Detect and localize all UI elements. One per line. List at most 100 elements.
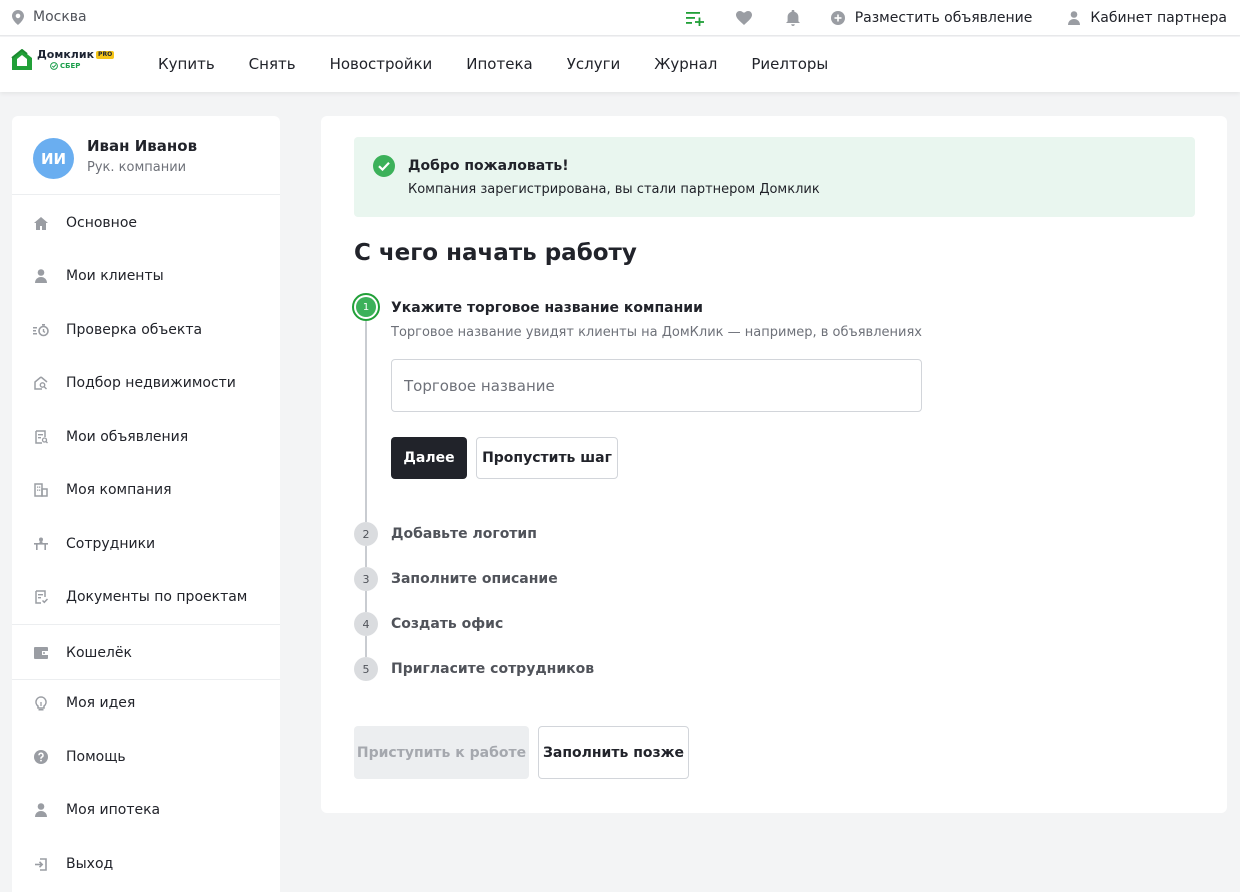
location-pin-icon [12, 9, 24, 25]
step-3-label[interactable]: Заполните описание [391, 571, 558, 587]
sidebar-item-help[interactable]: Помощь [12, 737, 280, 777]
step-1-hint: Торговое название увидят клиенты на ДомК… [391, 325, 922, 340]
step-2-indicator: 2 [354, 522, 378, 546]
fill-later-button[interactable]: Заполнить позже [538, 726, 689, 779]
alert-text: Компания зарегистрирована, вы стали парт… [408, 182, 820, 197]
sidebar-item-label: Помощь [66, 749, 126, 765]
sidebar: ИИ Иван Иванов Рук. компании Основное Мо… [12, 116, 280, 892]
sidebar-item-label: Основное [66, 215, 138, 231]
heart-icon[interactable] [733, 7, 755, 29]
sidebar-item-label: Документы по проектам [66, 589, 248, 605]
home-icon [32, 214, 50, 232]
sidebar-item-label: Проверка объекта [66, 322, 203, 338]
sidebar-item-my-idea[interactable]: Моя идея [12, 683, 280, 723]
sidebar-item-my-company[interactable]: Моя компания [12, 470, 280, 510]
sidebar-item-label: Мои клиенты [66, 268, 164, 284]
post-ad-link[interactable]: Разместить объявление [830, 10, 1033, 26]
sber-check-icon [50, 62, 58, 70]
house-logo-icon [11, 49, 32, 70]
sidebar-divider [12, 624, 280, 625]
page-title: С чего начать работу [354, 240, 637, 266]
sidebar-item-label: Выход [66, 856, 114, 872]
step-5-label[interactable]: Пригласите сотрудников [391, 661, 594, 677]
user-icon [1068, 11, 1081, 25]
step-number: 1 [356, 297, 376, 317]
nav-item-rent[interactable]: Снять [249, 55, 296, 73]
add-list-icon[interactable] [684, 7, 706, 29]
nav-item-journal[interactable]: Журнал [654, 55, 717, 73]
avatar: ИИ [33, 138, 74, 179]
sidebar-item-main[interactable]: Основное [12, 203, 280, 243]
sidebar-item-property-search[interactable]: Подбор недвижимости [12, 363, 280, 403]
city-selector[interactable]: Москва [12, 9, 87, 25]
nav-item-realtors[interactable]: Риелторы [751, 55, 828, 73]
help-icon [32, 748, 50, 766]
sidebar-item-my-mortgage[interactable]: Моя ипотека [12, 790, 280, 830]
sidebar-item-staff[interactable]: Сотрудники [12, 524, 280, 564]
sidebar-item-wallet[interactable]: Кошелёк [12, 633, 280, 673]
sidebar-item-my-listings[interactable]: Мои объявления [12, 417, 280, 457]
step-2-label[interactable]: Добавьте логотип [391, 526, 537, 542]
logout-icon [32, 855, 50, 873]
step-3-indicator: 3 [354, 567, 378, 591]
profile-card[interactable]: ИИ Иван Иванов Рук. компании [12, 116, 280, 195]
sidebar-item-clients[interactable]: Мои клиенты [12, 256, 280, 296]
sidebar-item-label: Подбор недвижимости [66, 375, 236, 391]
nav-item-mortgage[interactable]: Ипотека [466, 55, 532, 73]
sidebar-item-logout[interactable]: Выход [12, 844, 280, 884]
success-check-icon [373, 155, 395, 177]
step-connector [365, 546, 367, 567]
partner-cabinet-label: Кабинет партнера [1090, 10, 1227, 26]
sidebar-item-object-check[interactable]: Проверка объекта [12, 310, 280, 350]
onboarding-panel: Добро пожаловать! Компания зарегистриров… [321, 116, 1227, 813]
profile-role: Рук. компании [87, 160, 187, 175]
logo-name: Домклик [37, 48, 95, 61]
alert-title: Добро пожаловать! [408, 158, 569, 174]
logo-pro-badge: PRO [96, 50, 115, 59]
house-search-icon [32, 374, 50, 392]
sidebar-item-label: Кошелёк [66, 645, 132, 661]
logo-sber: СБЕР [60, 61, 81, 70]
building-icon [32, 481, 50, 499]
sidebar-item-project-docs[interactable]: Документы по проектам [12, 577, 280, 617]
domclick-logo[interactable]: Домклик PRO СБЕР [11, 48, 115, 71]
nav-item-new-buildings[interactable]: Новостройки [330, 55, 433, 73]
city-label: Москва [33, 9, 87, 25]
step-connector [365, 591, 367, 612]
sidebar-item-label: Сотрудники [66, 536, 156, 552]
nav-item-buy[interactable]: Купить [158, 55, 215, 73]
wallet-icon [32, 644, 50, 662]
step-connector [365, 636, 367, 657]
check-object-icon [32, 321, 50, 339]
plus-circle-icon [830, 11, 845, 25]
nav-menu: Купить Снять Новостройки Ипотека Услуги … [158, 55, 862, 73]
step-connector [365, 321, 367, 522]
step-4-label[interactable]: Создать офис [391, 616, 503, 632]
top-utility-bar: Москва Разместить объявление Кабинет пар… [0, 0, 1240, 36]
listing-icon [32, 428, 50, 446]
sidebar-item-label: Мои объявления [66, 429, 189, 445]
profile-name: Иван Иванов [87, 137, 198, 155]
sidebar-item-label: Моя идея [66, 695, 136, 711]
post-ad-label: Разместить объявление [854, 10, 1033, 26]
sidebar-item-label: Моя ипотека [66, 802, 161, 818]
skip-step-button[interactable]: Пропустить шаг [476, 437, 618, 479]
nav-item-services[interactable]: Услуги [567, 55, 620, 73]
step-1-title: Укажите торговое название компании [391, 300, 703, 316]
trade-name-input[interactable] [391, 359, 922, 412]
user-icon [32, 267, 50, 285]
bell-icon[interactable] [782, 7, 804, 29]
user-icon [32, 801, 50, 819]
step-4-indicator: 4 [354, 612, 378, 636]
sidebar-item-label: Моя компания [66, 482, 172, 498]
start-work-button[interactable]: Приступить к работе [354, 726, 529, 779]
partner-cabinet-link[interactable]: Кабинет партнера [1068, 10, 1227, 26]
next-button[interactable]: Далее [391, 437, 467, 479]
step-1-indicator: 1 [352, 293, 380, 321]
sidebar-divider [12, 679, 280, 680]
main-navbar: Домклик PRO СБЕР Купить Снять Новостройки… [0, 37, 1240, 92]
step-5-indicator: 5 [354, 657, 378, 681]
idea-icon [32, 694, 50, 712]
documents-icon [32, 588, 50, 606]
welcome-alert: Добро пожаловать! Компания зарегистриров… [354, 137, 1195, 217]
